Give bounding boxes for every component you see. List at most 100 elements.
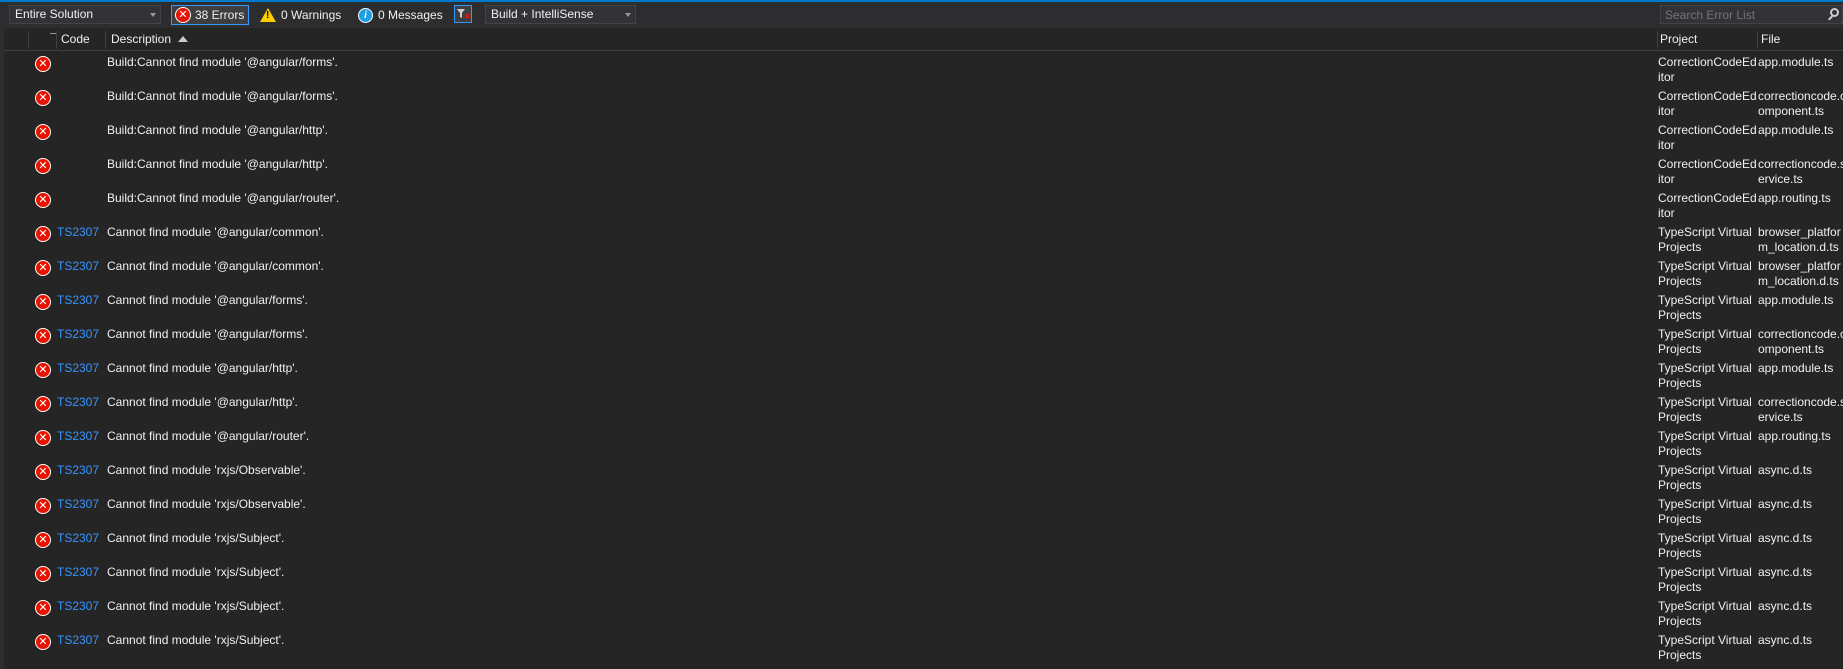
column-header-description-label: Description [111,32,172,46]
column-header-description[interactable]: Description [111,29,189,50]
error-code-link[interactable]: TS2307 [57,327,99,341]
column-separator[interactable] [28,31,29,49]
error-icon: ✕ [35,634,51,650]
table-row[interactable]: ✕ TS2307 Cannot find module '@angular/form… [4,289,1843,323]
messages-count-label: 0 Messages [378,8,443,22]
column-separator[interactable] [1757,31,1758,49]
error-description: Build:Cannot find module '@angular/route… [107,191,340,205]
column-separator[interactable] [105,31,106,49]
error-project: TypeScript Virtual Projects [1658,327,1752,356]
table-row[interactable]: ✕ Build:Cannot find module '@angular/http… [4,153,1843,187]
error-file: browser_platform_location.d.ts [1758,259,1841,288]
table-row[interactable]: ✕ Build:Cannot find module '@angular/rout… [4,187,1843,221]
error-icon: ✕ [35,226,51,242]
error-icon: ✕ [35,90,51,106]
warnings-count-label: 0 Warnings [281,8,342,22]
messages-filter-button[interactable]: i 0 Messages [355,5,445,25]
error-code-link[interactable]: TS2307 [57,429,99,443]
error-project: CorrectionCodeEditor [1658,89,1757,118]
error-code-link[interactable]: TS2307 [57,531,99,545]
error-code-link[interactable]: TS2307 [57,225,99,239]
build-source-dropdown[interactable]: Build + IntelliSense [485,5,636,24]
error-project: TypeScript Virtual Projects [1658,225,1752,254]
error-code-link[interactable]: TS2307 [57,565,99,579]
error-code-link[interactable]: TS2307 [57,463,99,477]
error-file: app.module.ts [1758,55,1834,69]
table-row[interactable]: ✕ TS2307 Cannot find module '@angular/rout… [4,425,1843,459]
error-description: Cannot find module '@angular/http'. [107,395,298,409]
info-icon: i [358,7,373,23]
column-header-row: Code Description Project File [4,29,1843,51]
error-description: Cannot find module 'rxjs/Subject'. [107,633,285,647]
error-icon: ✕ [35,430,51,446]
error-file: app.module.ts [1758,123,1834,137]
error-file: async.d.ts [1758,463,1813,477]
table-row[interactable]: ✕ TS2307 Cannot find module 'rxjs/Subject'… [4,629,1843,663]
error-description: Cannot find module 'rxjs/Subject'. [107,565,285,579]
error-code-link[interactable]: TS2307 [57,599,99,613]
table-row[interactable]: ✕ TS2307 Cannot find module '@angular/http… [4,357,1843,391]
error-project: TypeScript Virtual Projects [1658,259,1752,288]
error-description: Cannot find module '@angular/common'. [107,225,324,239]
error-icon: ✕ [35,396,51,412]
error-icon: ✕ [175,7,191,23]
column-header-code[interactable]: Code [61,29,90,50]
table-row[interactable]: ✕ TS2307 Cannot find module 'rxjs/Subject'… [4,595,1843,629]
sort-ascending-icon [178,36,189,42]
column-separator[interactable] [56,31,57,49]
error-icon: ✕ [35,124,51,140]
error-icon: ✕ [35,498,51,514]
table-row[interactable]: ✕ TS2307 Cannot find module 'rxjs/Observab… [4,493,1843,527]
error-code-link[interactable]: TS2307 [57,361,99,375]
error-description: Cannot find module '@angular/forms'. [107,293,308,307]
error-project: CorrectionCodeEditor [1658,123,1757,152]
error-description: Build:Cannot find module '@angular/forms… [107,89,338,103]
column-separator[interactable] [1657,31,1658,49]
table-row[interactable]: ✕ Build:Cannot find module '@angular/form… [4,85,1843,119]
error-description: Cannot find module '@angular/http'. [107,361,298,375]
errors-filter-button[interactable]: ✕ 38 Errors [171,5,249,25]
error-project: TypeScript Virtual Projects [1658,293,1752,322]
error-code-link[interactable]: TS2307 [57,293,99,307]
error-list-rows: ✕ Build:Cannot find module '@angular/form… [4,51,1843,663]
column-header-file[interactable]: File [1761,29,1780,50]
filter-toggle-button[interactable] [454,5,472,23]
error-file: app.routing.ts [1758,191,1831,205]
error-code-link[interactable]: TS2307 [57,395,99,409]
error-code-link[interactable]: TS2307 [57,633,99,647]
table-row[interactable]: ✕ TS2307 Cannot find module '@angular/form… [4,323,1843,357]
table-row[interactable]: ✕ TS2307 Cannot find module 'rxjs/Subject'… [4,561,1843,595]
warnings-filter-button[interactable]: ! 0 Warnings [257,5,347,25]
search-error-list-box[interactable] [1660,5,1843,24]
error-code-link[interactable]: TS2307 [57,259,99,273]
error-file: browser_platform_location.d.ts [1758,225,1841,254]
search-input[interactable] [1661,6,1815,23]
error-icon: ✕ [35,600,51,616]
table-row[interactable]: ✕ TS2307 Cannot find module '@angular/comm… [4,221,1843,255]
error-description: Cannot find module '@angular/router'. [107,429,310,443]
warning-icon: ! [260,8,276,22]
table-row[interactable]: ✕ Build:Cannot find module '@angular/http… [4,119,1843,153]
error-file: async.d.ts [1758,599,1813,613]
table-row[interactable]: ✕ TS2307 Cannot find module '@angular/comm… [4,255,1843,289]
error-project: TypeScript Virtual Projects [1658,531,1752,560]
error-project: TypeScript Virtual Projects [1658,361,1752,390]
search-icon[interactable] [1830,8,1839,17]
column-header-project[interactable]: Project [1660,29,1697,50]
error-file: async.d.ts [1758,497,1813,511]
error-icon: ✕ [35,566,51,582]
error-description: Cannot find module '@angular/common'. [107,259,324,273]
error-icon: ✕ [35,192,51,208]
error-file: correctioncode.service.ts [1758,157,1843,186]
error-project: CorrectionCodeEditor [1658,55,1757,84]
table-row[interactable]: ✕ Build:Cannot find module '@angular/form… [4,51,1843,85]
scope-dropdown[interactable]: Entire Solution [9,5,161,24]
scope-dropdown-value: Entire Solution [15,7,94,21]
error-file: app.routing.ts [1758,429,1831,443]
error-icon: ✕ [35,294,51,310]
error-code-link[interactable]: TS2307 [57,497,99,511]
error-file: app.module.ts [1758,293,1834,307]
table-row[interactable]: ✕ TS2307 Cannot find module 'rxjs/Subject'… [4,527,1843,561]
table-row[interactable]: ✕ TS2307 Cannot find module 'rxjs/Observab… [4,459,1843,493]
table-row[interactable]: ✕ TS2307 Cannot find module '@angular/http… [4,391,1843,425]
